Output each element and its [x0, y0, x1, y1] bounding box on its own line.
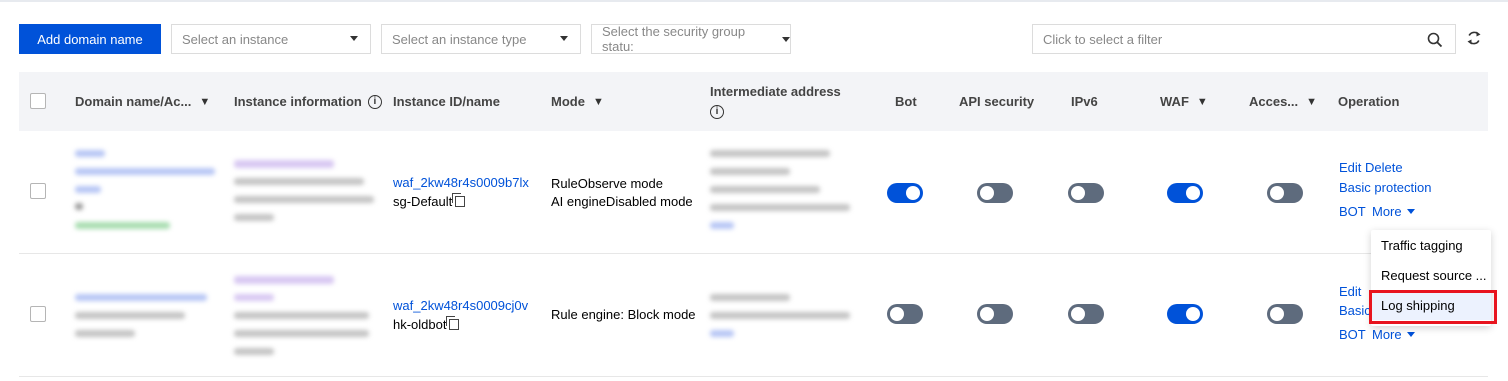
- basic-protection-link[interactable]: Basic: [1339, 303, 1371, 318]
- ipv6-toggle[interactable]: [1068, 183, 1104, 203]
- redacted-domain-info: [75, 312, 185, 319]
- redacted-instance-info: [234, 196, 374, 203]
- security-group-status-select[interactable]: Select the security group statu:: [591, 24, 791, 54]
- instance-select[interactable]: Select an instance: [171, 24, 371, 54]
- column-operation: Operation: [1338, 94, 1400, 109]
- mode-rule: RuleObserve mode: [551, 176, 663, 191]
- chevron-down-icon: [1406, 332, 1415, 337]
- column-waf[interactable]: WAF ▼: [1160, 72, 1208, 131]
- info-icon[interactable]: i: [710, 105, 724, 119]
- instance-name: sg-Default: [393, 192, 466, 211]
- redacted-address-link[interactable]: [710, 222, 734, 229]
- waf-toggle[interactable]: [1167, 304, 1203, 324]
- redacted-domain[interactable]: [75, 168, 215, 175]
- top-divider: [0, 0, 1508, 2]
- row-divider: [19, 253, 1488, 254]
- column-bot: Bot: [895, 94, 917, 109]
- access-toggle[interactable]: [1267, 183, 1303, 203]
- column-instance-id: Instance ID/name: [393, 94, 500, 109]
- edit-link[interactable]: Edit: [1339, 284, 1361, 299]
- row-checkbox[interactable]: [30, 183, 46, 199]
- access-toggle[interactable]: [1267, 304, 1303, 324]
- ipv6-toggle[interactable]: [1068, 304, 1104, 324]
- bot-link[interactable]: BOT: [1339, 204, 1366, 219]
- bot-toggle[interactable]: [887, 304, 923, 324]
- menu-item-traffic-tagging[interactable]: Traffic tagging: [1371, 230, 1491, 260]
- redacted-address: [710, 186, 820, 193]
- column-access[interactable]: Acces... ▼: [1249, 72, 1317, 131]
- select-all-checkbox[interactable]: [30, 93, 46, 109]
- redacted-instance-info: [234, 178, 364, 185]
- waf-toggle[interactable]: [1167, 183, 1203, 203]
- instance-id-link[interactable]: waf_2kw48r4s0009cj0v: [393, 296, 528, 315]
- bot-link[interactable]: BOT: [1339, 327, 1366, 342]
- copy-icon[interactable]: [452, 193, 466, 207]
- redacted-instance-tag: [234, 276, 334, 284]
- delete-link[interactable]: Delete: [1365, 160, 1403, 175]
- table-header: Domain name/Ac... ▼ Instance information i…: [19, 72, 1488, 131]
- redacted-domain[interactable]: [75, 186, 101, 193]
- instance-id-link[interactable]: waf_2kw48r4s0009b7lx: [393, 173, 529, 192]
- search-icon[interactable]: [1427, 32, 1443, 51]
- add-domain-button[interactable]: Add domain name: [19, 24, 161, 54]
- more-dropdown[interactable]: More: [1372, 327, 1415, 342]
- chevron-down-icon: [782, 36, 790, 42]
- row-divider: [19, 376, 1488, 377]
- api-security-toggle[interactable]: [977, 304, 1013, 324]
- filter-funnel-icon[interactable]: ▼: [1306, 96, 1317, 108]
- more-dropdown[interactable]: More: [1372, 204, 1415, 219]
- column-intermediate-address: Intermediate address i: [710, 84, 841, 119]
- redacted-address-link[interactable]: [710, 330, 734, 337]
- highlight-box: [1369, 290, 1497, 324]
- chevron-down-icon: [560, 36, 568, 41]
- column-domain-name[interactable]: Domain name/Ac... ▼: [75, 72, 210, 131]
- mode-rule: Rule engine: Block mode: [551, 307, 696, 322]
- filter-funnel-icon[interactable]: ▼: [1197, 96, 1208, 108]
- column-ipv6: IPv6: [1071, 94, 1098, 109]
- row-checkbox[interactable]: [30, 306, 46, 322]
- redacted-instance-info: [234, 214, 274, 221]
- chevron-down-icon: [1406, 209, 1415, 214]
- bot-toggle[interactable]: [887, 183, 923, 203]
- redacted-instance-tag: [234, 294, 274, 301]
- redacted-status: [75, 222, 170, 229]
- chevron-down-icon: [350, 36, 358, 41]
- redacted-address: [710, 204, 850, 211]
- edit-link[interactable]: Edit: [1339, 160, 1361, 175]
- column-instance-information: Instance information i: [234, 72, 382, 131]
- filter-placeholder: Click to select a filter: [1043, 31, 1163, 47]
- security-group-status-select-label: Select the security group statu:: [602, 24, 746, 54]
- column-api-security: API security: [959, 94, 1035, 109]
- redacted-instance-tag: [234, 160, 334, 168]
- menu-item-request-source[interactable]: Request source ...: [1371, 260, 1491, 290]
- redacted-domain[interactable]: [75, 150, 105, 157]
- redacted-instance-info: [234, 330, 369, 337]
- redacted-domain-info: [75, 330, 135, 337]
- basic-protection-link[interactable]: Basic protection: [1339, 180, 1432, 195]
- refresh-icon[interactable]: [1466, 29, 1482, 50]
- redacted-address: [710, 168, 790, 175]
- mode-ai-engine: AI engineDisabled mode: [551, 194, 693, 209]
- redacted-address: [710, 294, 790, 301]
- instance-type-select[interactable]: Select an instance type: [381, 24, 581, 54]
- redacted-instance-info: [234, 348, 274, 355]
- redacted-address: [710, 312, 850, 319]
- redacted-address: [710, 150, 830, 157]
- redacted-instance-info: [234, 312, 369, 319]
- api-security-toggle[interactable]: [977, 183, 1013, 203]
- instance-name: hk-oldbot: [393, 315, 460, 334]
- info-icon[interactable]: i: [367, 94, 382, 109]
- redacted-icon: [75, 203, 83, 210]
- copy-icon[interactable]: [446, 316, 460, 330]
- redacted-domain[interactable]: [75, 294, 207, 301]
- filter-funnel-icon[interactable]: ▼: [199, 96, 210, 108]
- instance-select-label: Select an instance: [182, 31, 289, 47]
- filter-search-input[interactable]: Click to select a filter: [1032, 24, 1456, 54]
- instance-type-select-label: Select an instance type: [392, 31, 527, 47]
- filter-funnel-icon[interactable]: ▼: [593, 96, 604, 108]
- column-mode[interactable]: Mode ▼: [551, 72, 604, 131]
